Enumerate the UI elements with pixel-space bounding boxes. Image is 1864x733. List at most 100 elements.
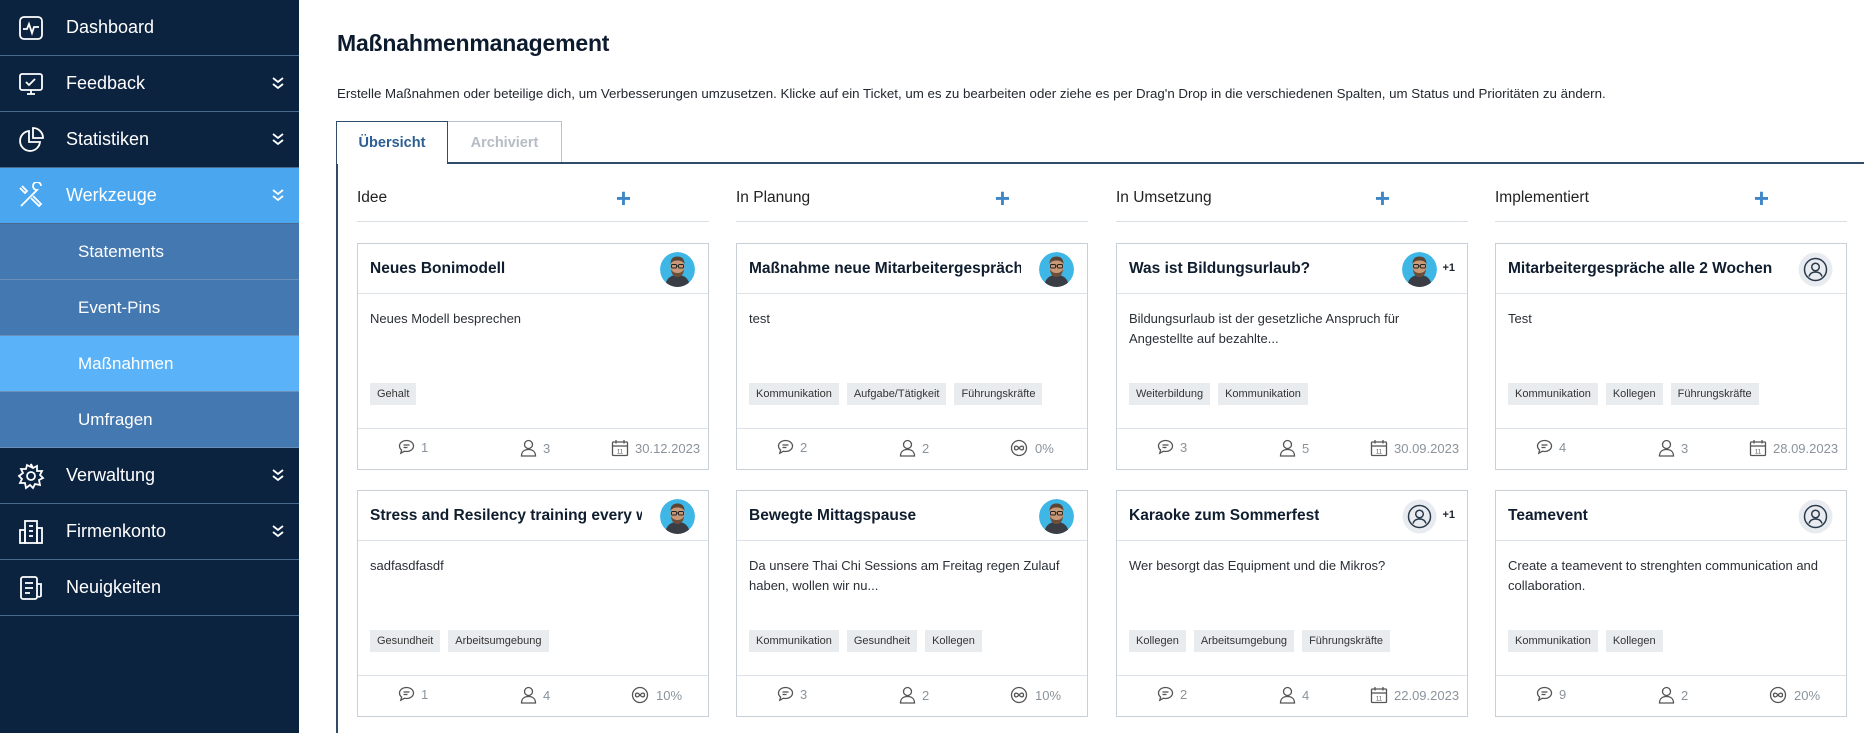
progress-value: 10%	[630, 686, 682, 704]
assignee-avatar[interactable]	[1039, 499, 1074, 534]
assignee-avatar[interactable]	[1039, 252, 1074, 287]
measure-card[interactable]: Teamevent Create a teamevent to strenghte…	[1495, 490, 1847, 717]
progress-value-label: 20%	[1794, 687, 1821, 703]
chevron-double-down-icon	[271, 523, 285, 539]
comment-count: 1	[398, 439, 428, 455]
card-header: Bewegte Mittagspause	[737, 491, 1087, 541]
member-count-label: 3	[543, 440, 551, 456]
comment-count: 2	[1157, 686, 1187, 702]
tab-divider	[336, 162, 1864, 164]
user-placeholder-icon[interactable]	[1798, 252, 1833, 287]
measure-card[interactable]: Mitarbeitergespräche alle 2 Wochen Test Ko…	[1495, 243, 1847, 470]
user-placeholder-icon[interactable]	[1402, 499, 1437, 534]
card-title: Teamevent	[1508, 507, 1588, 524]
comment-count-label: 3	[800, 686, 808, 702]
sidebar-item-verwaltung[interactable]: Verwaltung	[0, 448, 299, 504]
add-measure-button[interactable]: +	[1754, 185, 1769, 211]
comment-count: 1	[398, 686, 428, 702]
card-header: Karaoke zum Sommerfest +1	[1117, 491, 1467, 541]
column-header: Idee +	[357, 175, 709, 222]
card-title: Maßnahme neue Mitarbeitergespräche	[749, 260, 1021, 277]
tag: Weiterbildung	[1129, 383, 1211, 405]
svg-text:11: 11	[1376, 697, 1383, 703]
progress-value-label: 0%	[1035, 440, 1054, 456]
progress-value: 20%	[1768, 686, 1820, 704]
infinity-icon	[630, 686, 650, 704]
calendar-icon: 11	[1749, 439, 1767, 457]
sidebar-item-firmenkonto[interactable]: Firmenkonto	[0, 504, 299, 560]
comment-count-label: 4	[1559, 439, 1567, 455]
member-count: 5	[1279, 439, 1309, 457]
kanban-column: Idee + Neues Bonimodell Neues Modell bespre…	[357, 175, 709, 717]
measure-card[interactable]: Karaoke zum Sommerfest +1 Wer besorgt das …	[1116, 490, 1468, 717]
due-date-label: 30.09.2023	[1394, 440, 1460, 456]
sidebar-item-label: Feedback	[66, 73, 146, 93]
comment-icon	[398, 686, 415, 702]
card-header: Stress and Resilency training every wedn	[358, 491, 708, 541]
card-description: Bildungsurlaub ist der gesetzliche Anspr…	[1129, 311, 1400, 346]
comment-count-label: 3	[1180, 439, 1188, 455]
chevron-double-down-icon	[271, 467, 285, 483]
column-title: Idee	[357, 189, 388, 206]
card-description: Test	[1508, 311, 1532, 326]
sidebar-subitem-label: Umfragen	[78, 409, 153, 429]
kanban-column: In Planung + Maßnahme neue Mitarbeitergesp…	[736, 175, 1088, 717]
user-icon	[899, 686, 916, 704]
sidebar-subitem-event-pins[interactable]: Event-Pins	[0, 280, 299, 336]
dashboard-icon	[17, 14, 45, 42]
sidebar-subitem-statements[interactable]: Statements	[0, 224, 299, 280]
card-footer: 2 2 0%	[737, 428, 1087, 470]
measure-card[interactable]: Maßnahme neue Mitarbeitergespräche test Ko…	[736, 243, 1088, 470]
add-measure-button[interactable]: +	[616, 185, 631, 211]
assignee-avatar[interactable]	[660, 499, 695, 534]
measure-card[interactable]: Stress and Resilency training every wedn…	[357, 490, 709, 717]
card-header: Was ist Bildungsurlaub? +1	[1117, 244, 1467, 294]
assignee-avatar[interactable]	[660, 252, 695, 287]
page-description: Erstelle Maßnahmen oder beteilige dich, …	[337, 86, 1606, 101]
sidebar-subitem-label: Statements	[78, 241, 164, 261]
card-footer: 1 4 10%	[358, 675, 708, 717]
svg-text:11: 11	[1376, 450, 1383, 456]
due-date: 11 30.09.2023	[1370, 439, 1459, 457]
sidebar-item-statistiken[interactable]: Statistiken	[0, 112, 299, 168]
tab-archived[interactable]: Archiviert	[448, 121, 562, 163]
add-measure-button[interactable]: +	[1375, 185, 1390, 211]
measure-card[interactable]: Neues Bonimodell Neues Modell besprechen G…	[357, 243, 709, 470]
card-footer: 3 2 10%	[737, 675, 1087, 717]
column-title: In Planung	[736, 189, 811, 206]
column-title: Implementiert	[1495, 189, 1589, 206]
member-count-label: 2	[922, 440, 930, 456]
sidebar-item-feedback[interactable]: Feedback	[0, 56, 299, 112]
add-measure-button[interactable]: +	[995, 185, 1010, 211]
tag: Führungskräfte	[954, 383, 1043, 405]
member-count: 3	[1658, 439, 1688, 457]
measure-card[interactable]: Was ist Bildungsurlaub? +1 Bildungsurlaub …	[1116, 243, 1468, 470]
user-icon	[1658, 439, 1675, 457]
comment-count: 2	[777, 439, 807, 455]
card-footer: 2 4 11 22.09.2023	[1117, 675, 1467, 717]
sidebar-subitem-umfragen[interactable]: Umfragen	[0, 392, 299, 448]
sidebar-subitem-massnahmen[interactable]: Maßnahmen	[0, 336, 299, 392]
user-placeholder-icon[interactable]	[1798, 499, 1833, 534]
card-footer: 9 2 20%	[1496, 675, 1846, 717]
sidebar-item-werkzeuge[interactable]: Werkzeuge	[0, 168, 299, 224]
comment-count-label: 9	[1559, 686, 1567, 702]
card-description: Create a teamevent to strenghten communi…	[1508, 558, 1819, 593]
comment-icon	[398, 439, 415, 455]
sidebar-item-dashboard[interactable]: Dashboard	[0, 0, 299, 56]
tag: Arbeitsumgebung	[1193, 630, 1295, 652]
card-title: Neues Bonimodell	[370, 260, 506, 277]
member-count: 2	[899, 686, 929, 704]
progress-value-label: 10%	[656, 687, 683, 703]
assignee-avatar[interactable]	[1402, 252, 1437, 287]
card-footer: 4 3 11 28.09.2023	[1496, 428, 1846, 470]
user-icon	[520, 439, 537, 457]
tab-overview[interactable]: Übersicht	[336, 121, 448, 164]
column-header: In Planung +	[736, 175, 1088, 222]
sidebar-item-neuigkeiten[interactable]: Neuigkeiten	[0, 560, 299, 616]
sidebar: Dashboard Feedback Statistiken Werkzeuge…	[0, 0, 299, 733]
comment-icon	[1157, 686, 1174, 702]
card-title: Karaoke zum Sommerfest	[1129, 507, 1320, 524]
member-count: 2	[899, 439, 929, 457]
measure-card[interactable]: Bewegte Mittagspause Da unsere Thai Chi S…	[736, 490, 1088, 717]
